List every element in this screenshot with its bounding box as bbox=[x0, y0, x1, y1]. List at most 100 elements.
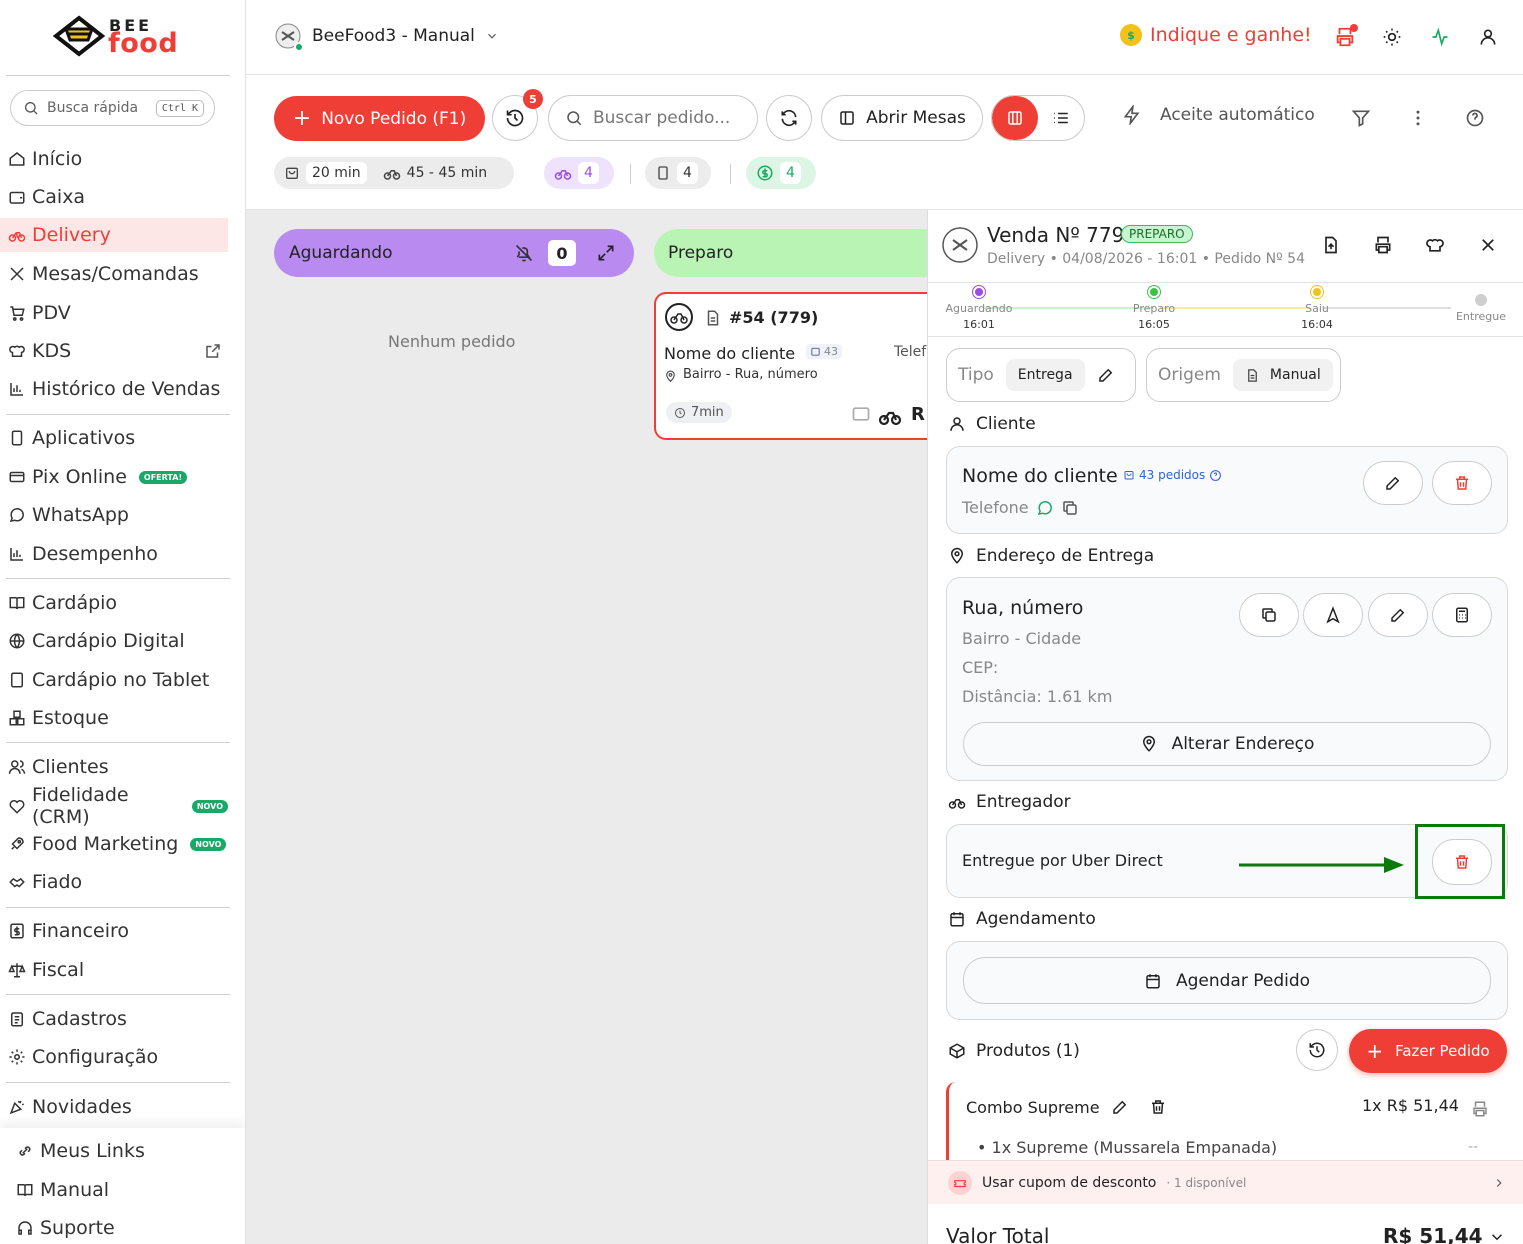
nav-kds[interactable]: KDS bbox=[0, 334, 228, 368]
beefood-logo[interactable]: BEE food bbox=[52, 14, 182, 62]
product-name: Combo Supreme bbox=[966, 1098, 1100, 1117]
nav-meus-links[interactable]: Meus Links bbox=[8, 1134, 236, 1168]
help-button[interactable] bbox=[1462, 105, 1488, 131]
filter-button[interactable] bbox=[1348, 105, 1374, 131]
nav-label: Mesas/Comandas bbox=[32, 263, 199, 285]
refresh-icon bbox=[781, 109, 797, 127]
edit-client-button[interactable] bbox=[1363, 461, 1423, 505]
export-button[interactable] bbox=[1318, 232, 1344, 258]
copy-address-button[interactable] bbox=[1239, 593, 1299, 637]
nav-desempenho[interactable]: Desempenho bbox=[0, 537, 228, 571]
kitchen-button[interactable] bbox=[1422, 232, 1448, 258]
quick-search[interactable]: Busca rápida Ctrl K bbox=[10, 90, 215, 126]
edit-address-button[interactable] bbox=[1368, 593, 1428, 637]
print-button[interactable] bbox=[1370, 232, 1396, 258]
calculate-fee-button[interactable] bbox=[1432, 593, 1492, 637]
delivery-count-chip[interactable]: 4 bbox=[544, 157, 614, 189]
alterar-endereco-button[interactable]: Alterar Endereço bbox=[963, 722, 1491, 766]
agendar-pedido-button[interactable]: Agendar Pedido bbox=[963, 957, 1491, 1004]
nav-novidades[interactable]: Novidades bbox=[0, 1090, 228, 1124]
nav-clientes[interactable]: Clientes bbox=[0, 750, 228, 784]
trash-icon[interactable] bbox=[1149, 1098, 1167, 1116]
card-icon bbox=[9, 471, 25, 483]
nav-cardapio[interactable]: Cardápio bbox=[0, 586, 228, 620]
client-name: Nome do cliente bbox=[962, 465, 1118, 487]
bell-off-icon[interactable] bbox=[514, 243, 534, 263]
kanban-view-button[interactable] bbox=[992, 96, 1038, 140]
chevron-down-icon[interactable] bbox=[1488, 1228, 1506, 1244]
bike-icon bbox=[878, 411, 902, 426]
clipboard-icon bbox=[11, 1012, 23, 1027]
pencil-icon[interactable] bbox=[1111, 1098, 1129, 1116]
nav-pix[interactable]: Pix Online OFERTA! bbox=[0, 460, 228, 494]
more-options-button[interactable] bbox=[1405, 105, 1431, 131]
tablet-count-chip[interactable]: 4 bbox=[645, 157, 711, 189]
wallet-icon bbox=[852, 407, 870, 421]
activity-button[interactable] bbox=[1427, 24, 1453, 50]
nav-mesas[interactable]: Mesas/Comandas bbox=[0, 257, 228, 291]
user-button[interactable] bbox=[1475, 24, 1501, 50]
cart-icon bbox=[10, 306, 25, 321]
order-card[interactable]: #54 (779) Nome do cliente 43 Telef Bairr… bbox=[654, 292, 944, 440]
nav-food-marketing[interactable]: Food Marketing NOVO bbox=[0, 827, 228, 861]
nav-pdv[interactable]: PDV bbox=[0, 296, 228, 330]
nav-label: Delivery bbox=[32, 224, 111, 246]
nav-historico[interactable]: Histórico de Vendas bbox=[0, 372, 228, 406]
new-order-button[interactable]: + Novo Pedido (F1) bbox=[274, 96, 485, 141]
auto-accept-toggle[interactable]: Aceite automático bbox=[1122, 105, 1315, 125]
abrir-mesas-button[interactable]: Abrir Mesas bbox=[821, 95, 983, 141]
origem-selector[interactable]: Origem Manual bbox=[1146, 348, 1341, 402]
fazer-pedido-button[interactable]: + Fazer Pedido bbox=[1349, 1029, 1507, 1073]
refresh-button[interactable] bbox=[766, 95, 812, 141]
nav-label: Clientes bbox=[32, 756, 109, 778]
cupom-row[interactable]: Usar cupom de desconto · 1 disponível bbox=[928, 1160, 1523, 1204]
nav-caixa[interactable]: Caixa bbox=[0, 180, 228, 214]
product-item[interactable]: Combo Supreme 1x R$ 51,44 • 1x Supreme (… bbox=[946, 1082, 1508, 1172]
headphones-icon bbox=[18, 1221, 32, 1235]
nav-configuracao[interactable]: Configuração bbox=[0, 1040, 228, 1074]
nav-label: Caixa bbox=[32, 186, 86, 208]
list-view-button[interactable] bbox=[1038, 96, 1084, 140]
copy-icon[interactable] bbox=[1061, 499, 1079, 517]
nav-financeiro[interactable]: Financeiro bbox=[0, 914, 228, 948]
nav-whatsapp[interactable]: WhatsApp bbox=[0, 498, 228, 532]
navigate-button[interactable] bbox=[1303, 593, 1363, 637]
theme-button[interactable] bbox=[1379, 24, 1405, 50]
money-count-chip[interactable]: 4 bbox=[746, 157, 816, 189]
nav-inicio[interactable]: Início bbox=[0, 142, 228, 176]
nav-fiado[interactable]: Fiado bbox=[0, 865, 228, 899]
nav-delivery[interactable]: Delivery bbox=[0, 218, 228, 252]
nav-label: Desempenho bbox=[32, 543, 158, 565]
tipo-selector[interactable]: Tipo Entrega bbox=[946, 348, 1136, 402]
nav-cardapio-digital[interactable]: Cardápio Digital bbox=[0, 624, 228, 658]
expand-icon[interactable] bbox=[596, 243, 616, 263]
help-icon bbox=[1210, 469, 1222, 481]
printer-button[interactable] bbox=[1332, 24, 1358, 50]
nav-aplicativos[interactable]: Aplicativos bbox=[0, 421, 228, 455]
client-orders-link[interactable]: 43 pedidos bbox=[1123, 468, 1222, 482]
party-icon bbox=[9, 1100, 25, 1115]
chef-hat-icon bbox=[9, 345, 25, 357]
remove-client-button[interactable] bbox=[1432, 461, 1492, 505]
nav-cadastros[interactable]: Cadastros bbox=[0, 1002, 228, 1036]
store-selector[interactable]: BeeFood3 - Manual bbox=[274, 22, 499, 52]
external-link-icon bbox=[206, 344, 220, 358]
money-face-icon: $ bbox=[1120, 24, 1142, 46]
indique-link[interactable]: $ Indique e ganhe! bbox=[1120, 24, 1312, 46]
whatsapp-icon[interactable] bbox=[1036, 499, 1054, 517]
pencil-icon[interactable] bbox=[1097, 366, 1115, 384]
order-search-input[interactable]: Buscar pedido... bbox=[548, 95, 758, 141]
nav-fiscal[interactable]: Fiscal bbox=[0, 953, 228, 987]
nav-fidelidade[interactable]: Fidelidade (CRM) NOVO bbox=[0, 784, 228, 828]
nav-estoque[interactable]: Estoque bbox=[0, 701, 228, 735]
client-phone: Telefone bbox=[962, 498, 1029, 517]
printer-icon[interactable] bbox=[1471, 1100, 1489, 1118]
time-chips[interactable]: 20 min 45 - 45 min bbox=[274, 157, 514, 189]
map-pin-icon bbox=[666, 370, 675, 383]
nav-cardapio-tablet[interactable]: Cardápio no Tablet bbox=[0, 663, 228, 697]
product-history-button[interactable] bbox=[1296, 1029, 1338, 1071]
remove-entregador-button[interactable] bbox=[1432, 839, 1492, 885]
nav-manual[interactable]: Manual bbox=[8, 1173, 236, 1207]
close-panel-button[interactable] bbox=[1475, 232, 1501, 258]
nav-suporte[interactable]: Suporte bbox=[8, 1211, 236, 1244]
